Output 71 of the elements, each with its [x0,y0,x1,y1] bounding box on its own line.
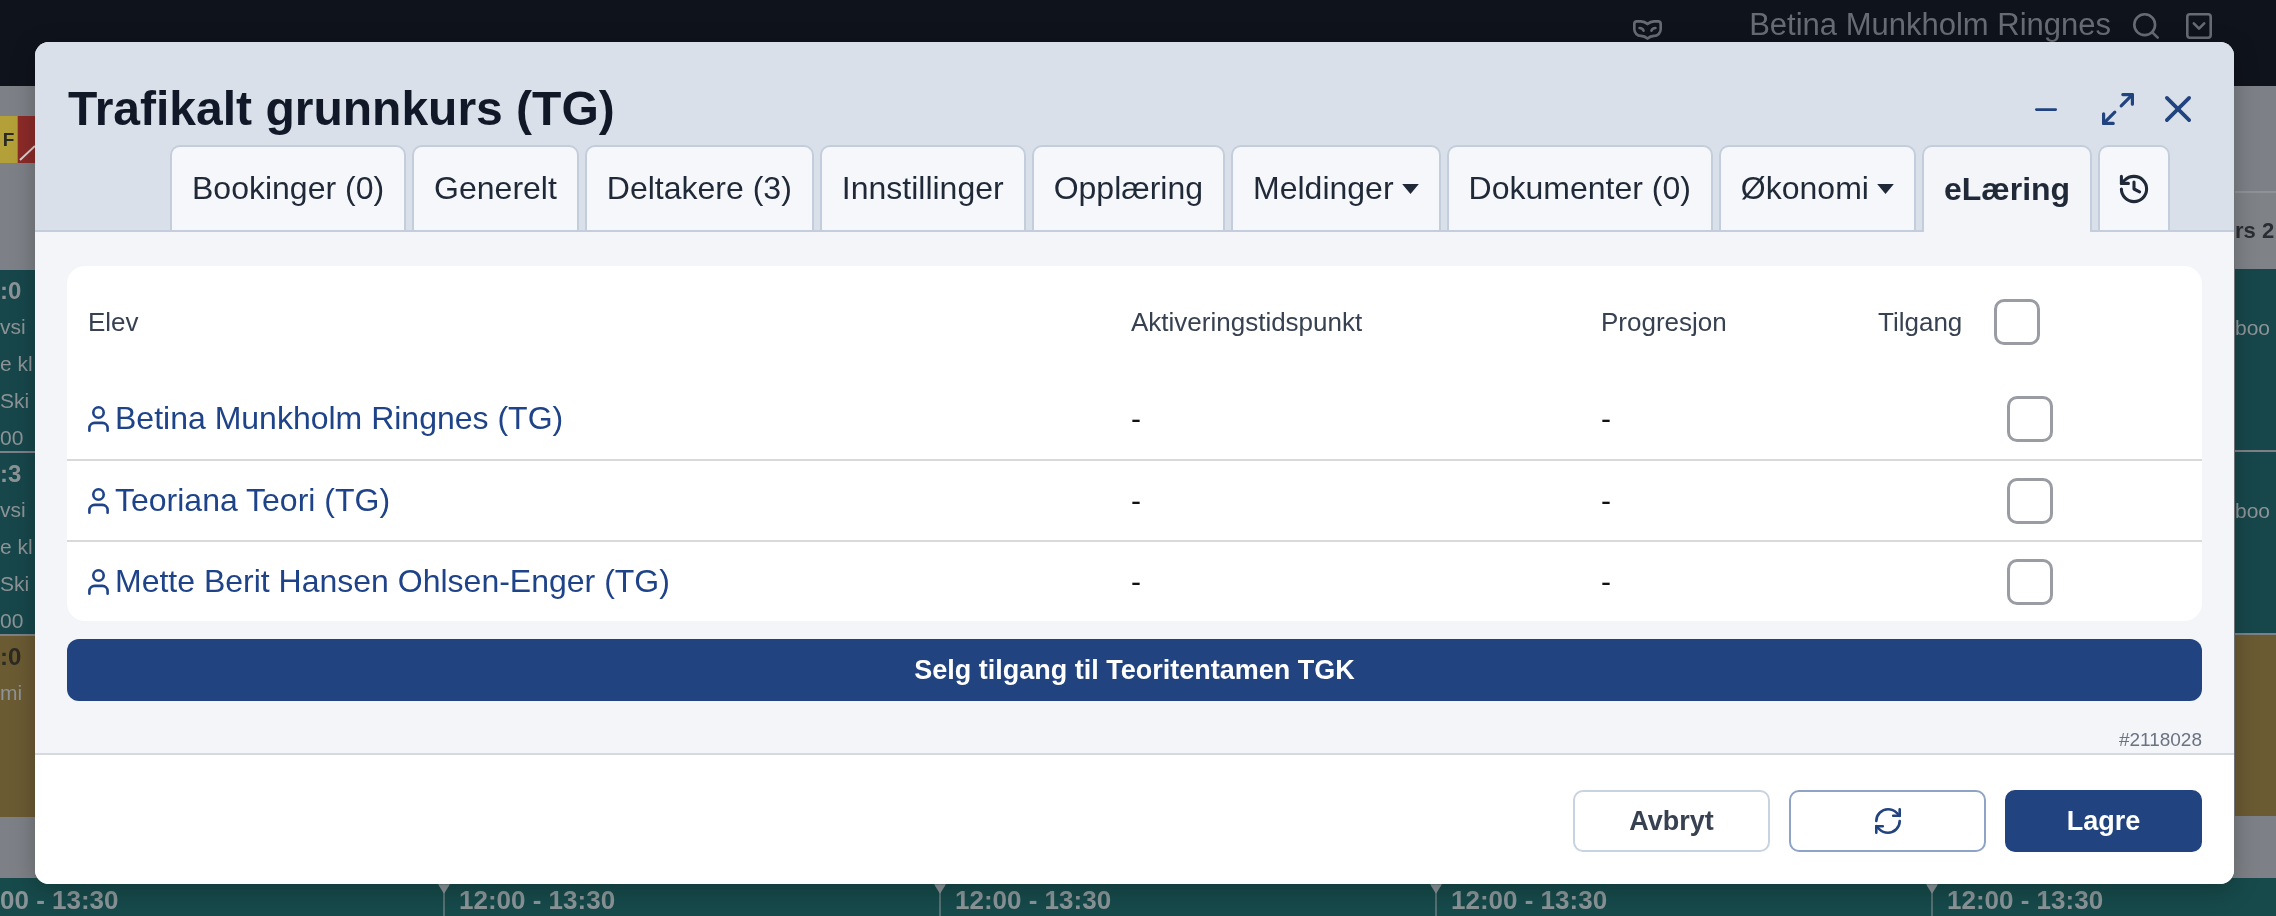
close-icon [2165,96,2191,122]
time-range: 12:00 - 13:30 [1451,885,1608,915]
minimize-icon [2035,107,2057,111]
event-text: vsi [0,497,26,523]
student-link[interactable]: Mette Berit Hansen Ohlsen-Enger (TG) [88,563,670,600]
history-icon [2120,174,2149,203]
slash-tile-icon [18,116,35,163]
save-button[interactable]: Lagre [2005,790,2202,852]
time-range: 00 - 13:30 [0,885,119,915]
close-button[interactable] [2165,96,2191,122]
event-text: mi [0,680,23,706]
mask-icon[interactable] [1633,20,1663,40]
refresh-icon [1874,808,1901,834]
event-text: 00 [0,608,24,634]
table-cell: - [1131,564,1141,599]
table-cell: - [1601,564,1611,599]
user-icon [88,487,109,514]
time-range: 12:00 - 13:30 [459,885,616,915]
student-link[interactable]: Betina Munkholm Ringnes (TG) [88,400,564,437]
record-id: #2118028 [2118,728,2202,752]
user-icon [88,568,109,595]
user-icon [88,405,109,432]
search-icon[interactable] [2133,13,2159,39]
cancel-button[interactable]: Avbryt [1573,790,1770,852]
history-tab[interactable] [2098,145,2171,230]
refresh-button[interactable] [1789,790,1986,852]
sell-access-button[interactable]: Selg tilgang til Teoritentamen TGK [67,639,2202,701]
dialog-title: Trafikalt grunnkurs (TG) [68,83,615,135]
tab[interactable]: Opplæring [1031,145,1226,230]
event-text: Ski [0,571,30,597]
caret-down-icon [1401,183,1419,194]
tab[interactable]: Deltakere (3) [584,145,814,230]
event-text: boo [2235,315,2271,341]
letter-badge: F [0,116,17,163]
event-text: e kl [0,534,33,560]
table-cell: - [1131,401,1141,436]
column-header: Tilgang [1878,306,1963,338]
column-header: Aktiveringstidspunkt [1131,306,1364,338]
caret-down-icon [1876,183,1894,194]
access-checkbox[interactable] [2007,477,2053,524]
tab[interactable]: Bookinger (0) [170,145,407,230]
tab[interactable]: Generelt [412,145,579,230]
event-text: 00 [0,425,24,451]
event-time: :0 [0,642,22,672]
event-time: :3 [0,459,22,489]
table-cell: - [1601,483,1611,518]
tab[interactable]: Innstillinger [819,145,1026,230]
select-all-checkbox[interactable] [1994,299,2041,345]
chevron-down-square-icon[interactable] [2186,13,2212,39]
student-link[interactable]: Teoriana Teori (TG) [88,482,391,519]
maximize-icon [2102,93,2134,125]
tab[interactable]: Økonomi [1718,145,1916,230]
tab[interactable]: Dokumenter (0) [1446,145,1713,230]
tab[interactable]: eLæring [1921,145,2093,232]
event-time: :0 [0,276,22,306]
user-name: Betina Munkholm Ringnes [1749,9,2111,41]
table-cell: - [1601,401,1611,436]
event-text: Ski [0,388,30,414]
column-header: Progresjon [1601,306,1728,338]
time-range: 12:00 - 13:30 [955,885,1112,915]
time-range: 12:00 - 13:30 [1947,885,2104,915]
event-text: boo [2235,498,2271,524]
maximize-button[interactable] [2102,93,2134,125]
event-text: vsi [0,314,26,340]
table-cell: - [1131,483,1141,518]
access-checkbox[interactable] [2007,395,2053,442]
column-header: Elev [88,306,140,338]
tab[interactable]: Meldinger [1231,145,1441,230]
minimize-button[interactable] [2035,107,2057,111]
event-text: e kl [0,351,33,377]
access-checkbox[interactable] [2007,558,2053,605]
